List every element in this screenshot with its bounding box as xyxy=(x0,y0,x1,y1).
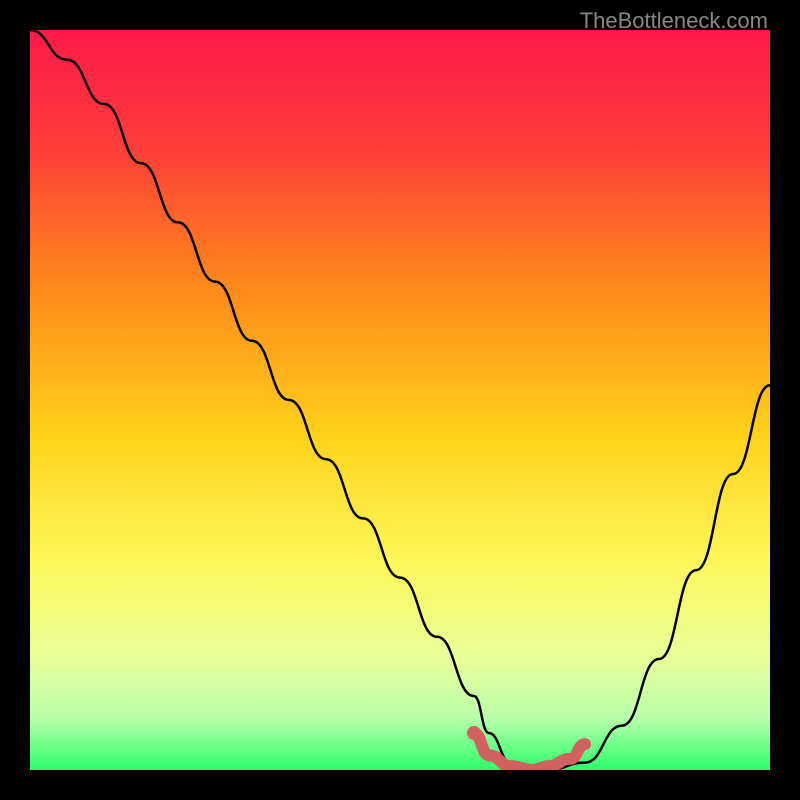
plot-area xyxy=(30,30,770,770)
optimal-zone-highlight xyxy=(474,733,585,770)
curve-layer xyxy=(30,30,770,770)
watermark-text: TheBottleneck.com xyxy=(580,8,768,34)
chart-container: TheBottleneck.com xyxy=(0,0,800,800)
highlight-dot-icon xyxy=(467,726,481,740)
bottleneck-curve xyxy=(30,30,770,770)
